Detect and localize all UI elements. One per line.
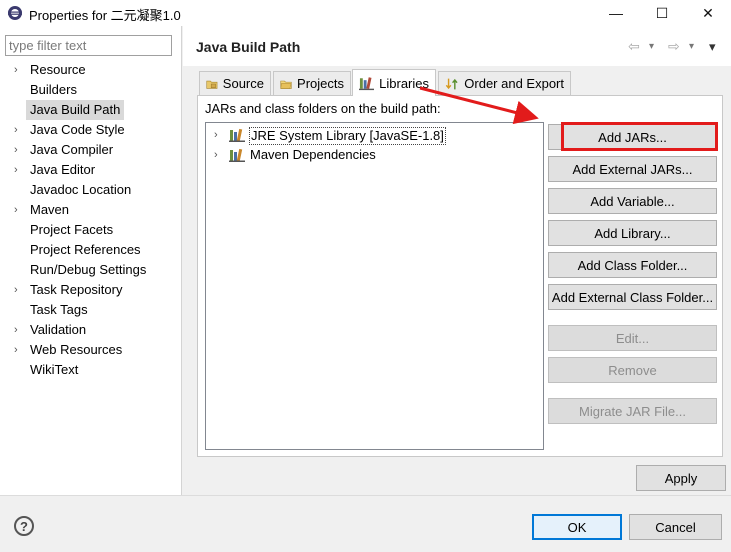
- forward-arrow-icon[interactable]: ⇨: [668, 38, 680, 55]
- cancel-button[interactable]: Cancel: [629, 514, 722, 540]
- tab-libraries-label: Libraries: [379, 75, 429, 91]
- source-folder-icon: [206, 80, 218, 89]
- sidebar-item-run-debug-settings[interactable]: Run/Debug Settings: [0, 260, 181, 280]
- title-bar: Properties for 二元凝聚1.0 — ☐ ✕: [0, 0, 731, 26]
- add-variable-button[interactable]: Add Variable...: [548, 188, 717, 214]
- sidebar-item-label: Run/Debug Settings: [30, 262, 147, 277]
- tab-order-export-label: Order and Export: [464, 76, 564, 91]
- tree-item-label: Maven Dependencies: [250, 147, 376, 162]
- add-external-jars-button[interactable]: Add External JARs...: [548, 156, 717, 182]
- expand-arrow-icon[interactable]: ›: [14, 280, 24, 300]
- ok-button[interactable]: OK: [532, 514, 622, 540]
- sidebar-item-project-references[interactable]: Project References: [0, 240, 181, 260]
- sidebar-item-wikitext[interactable]: WikiText: [0, 360, 181, 380]
- minimize-button[interactable]: —: [593, 0, 639, 26]
- page-header: Java Build Path ⇦ ▾ ⇨ ▾ ▾: [183, 26, 731, 66]
- window-title: Properties for 二元凝聚1.0: [29, 8, 181, 23]
- migrate-jar-button[interactable]: Migrate JAR File...: [548, 398, 717, 424]
- sidebar-item-builders[interactable]: Builders: [0, 80, 181, 100]
- add-library-button[interactable]: Add Library...: [548, 220, 717, 246]
- filter-input[interactable]: [5, 35, 172, 56]
- sidebar-item-validation[interactable]: › Validation: [0, 320, 181, 340]
- maximize-icon: ☐: [655, 4, 669, 21]
- maximize-button[interactable]: ☐: [639, 0, 685, 26]
- sidebar-item-label: WikiText: [30, 362, 79, 377]
- sidebar-item-task-tags[interactable]: Task Tags: [0, 300, 181, 320]
- tab-projects-label: Projects: [297, 76, 344, 91]
- minimize-icon: —: [609, 5, 623, 21]
- sidebar-item-label: Java Editor: [30, 162, 96, 177]
- expand-arrow-icon[interactable]: ›: [214, 145, 218, 165]
- expand-arrow-icon[interactable]: ›: [214, 125, 218, 145]
- close-icon: ✕: [702, 4, 714, 21]
- sidebar-item-java-build-path[interactable]: Java Build Path: [0, 100, 181, 120]
- tree-item-jre-library[interactable]: › JRE System Library [JavaSE-1.8]: [206, 125, 543, 145]
- sidebar-item-label: Builders: [30, 82, 77, 97]
- build-path-tree[interactable]: › JRE System Library [JavaSE-1.8] › Mave…: [205, 122, 544, 450]
- edit-button[interactable]: Edit...: [548, 325, 717, 351]
- expand-arrow-icon[interactable]: ›: [14, 160, 24, 180]
- projects-folder-icon: [280, 80, 292, 89]
- tree-item-label: JRE System Library [JavaSE-1.8]: [249, 127, 446, 145]
- tab-source[interactable]: Source: [199, 71, 271, 95]
- sidebar-item-label: Maven: [30, 202, 70, 217]
- order-export-icon: [445, 78, 458, 89]
- sidebar-item-label: Project References: [30, 242, 141, 257]
- sidebar-item-label: Java Build Path: [26, 100, 125, 120]
- apply-button[interactable]: Apply: [636, 465, 726, 491]
- sidebar-item-java-code-style[interactable]: › Java Code Style: [0, 120, 181, 140]
- library-jar-icon: [229, 148, 245, 162]
- eclipse-app-icon: [8, 6, 22, 20]
- expand-arrow-icon[interactable]: ›: [14, 340, 24, 360]
- expand-arrow-icon[interactable]: ›: [14, 120, 24, 140]
- tab-libraries[interactable]: Libraries: [352, 69, 436, 96]
- tab-order-export[interactable]: Order and Export: [438, 71, 571, 95]
- expand-arrow-icon[interactable]: ›: [14, 200, 24, 220]
- sidebar-item-project-facets[interactable]: Project Facets: [0, 220, 181, 240]
- sidebar-item-javadoc-location[interactable]: Javadoc Location: [0, 180, 181, 200]
- expand-arrow-icon[interactable]: ›: [14, 140, 24, 160]
- sidebar-item-label: Project Facets: [30, 222, 114, 237]
- sidebar-item-resource[interactable]: › Resource: [0, 60, 181, 80]
- remove-button[interactable]: Remove: [548, 357, 717, 383]
- library-jar-icon: [229, 128, 245, 142]
- add-class-folder-button[interactable]: Add Class Folder...: [548, 252, 717, 278]
- annotation-highlight-box: [561, 122, 718, 151]
- expand-arrow-icon[interactable]: ›: [14, 60, 24, 80]
- close-button[interactable]: ✕: [685, 0, 731, 26]
- help-icon[interactable]: ?: [14, 516, 34, 536]
- tree-item-maven-dependencies[interactable]: › Maven Dependencies: [206, 145, 543, 165]
- sidebar-item-web-resources[interactable]: › Web Resources: [0, 340, 181, 360]
- sidebar-item-java-compiler[interactable]: › Java Compiler: [0, 140, 181, 160]
- page-title: Java Build Path: [196, 39, 301, 55]
- add-external-class-folder-button[interactable]: Add External Class Folder...: [548, 284, 717, 310]
- sidebar-item-maven[interactable]: › Maven: [0, 200, 181, 220]
- libraries-icon: [359, 77, 375, 91]
- sidebar-item-label: Validation: [30, 322, 87, 337]
- sidebar-item-label: Javadoc Location: [30, 182, 132, 197]
- build-path-caption: JARs and class folders on the build path…: [205, 101, 441, 116]
- sidebar-item-task-repository[interactable]: › Task Repository: [0, 280, 181, 300]
- sidebar-item-label: Task Tags: [30, 302, 88, 317]
- sidebar-item-label: Java Compiler: [30, 142, 114, 157]
- expand-arrow-icon[interactable]: ›: [14, 320, 24, 340]
- tab-source-label: Source: [222, 76, 264, 91]
- tab-projects[interactable]: Projects: [273, 71, 351, 95]
- sidebar-item-label: Task Repository: [30, 282, 123, 297]
- forward-dropdown-icon[interactable]: ▾: [689, 41, 694, 52]
- sidebar-item-java-editor[interactable]: › Java Editor: [0, 160, 181, 180]
- back-arrow-icon[interactable]: ⇦: [628, 38, 640, 55]
- sidebar-item-label: Resource: [30, 62, 86, 77]
- sidebar-item-label: Web Resources: [30, 342, 123, 357]
- back-dropdown-icon[interactable]: ▾: [649, 41, 654, 52]
- view-menu-icon[interactable]: ▾: [709, 39, 716, 55]
- sidebar-item-label: Java Code Style: [30, 122, 125, 137]
- property-pages-pane: ›ResourceBuildersJava Build Path›Java Co…: [0, 26, 182, 495]
